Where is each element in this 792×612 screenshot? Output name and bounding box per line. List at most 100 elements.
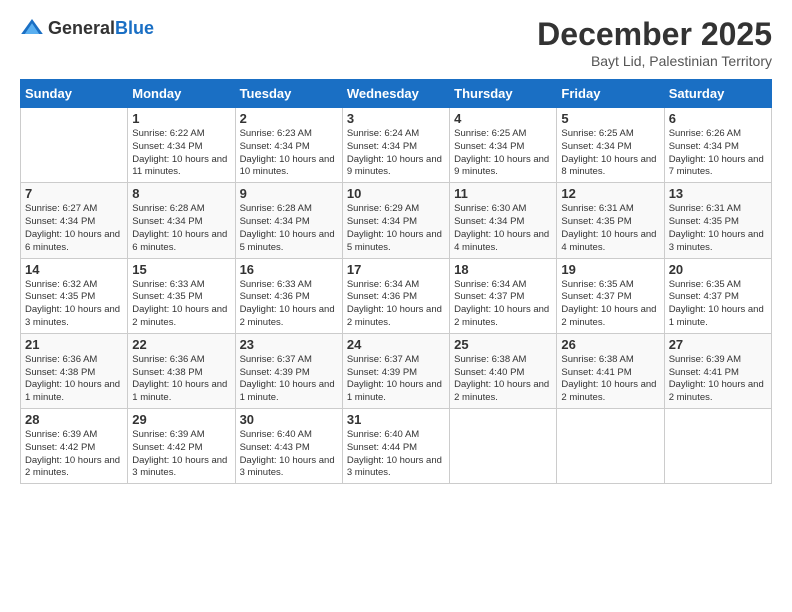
calendar-cell: 20 Sunrise: 6:35 AMSunset: 4:37 PMDayligh…: [664, 258, 771, 333]
day-number: 30: [240, 412, 338, 427]
title-area: December 2025 Bayt Lid, Palestinian Terr…: [537, 16, 772, 69]
day-number: 13: [669, 186, 767, 201]
calendar-cell: 7 Sunrise: 6:27 AMSunset: 4:34 PMDaylight…: [21, 183, 128, 258]
calendar-cell: 15Sunrise: 6:33 AMSunset: 4:35 PMDayligh…: [128, 258, 235, 333]
day-info: Sunrise: 6:36 AMSunset: 4:38 PMDaylight:…: [25, 354, 123, 405]
day-info: Sunrise: 6:34 AMSunset: 4:37 PMDaylight:…: [454, 279, 552, 330]
calendar-cell: 4 Sunrise: 6:25 AMSunset: 4:34 PMDaylight…: [450, 108, 557, 183]
calendar-cell: 6Sunrise: 6:26 AMSunset: 4:34 PMDaylight…: [664, 108, 771, 183]
calendar-cell: 14 Sunrise: 6:32 AMSunset: 4:35 PMDayligh…: [21, 258, 128, 333]
calendar-cell: 24 Sunrise: 6:37 AMSunset: 4:39 PMDayligh…: [342, 333, 449, 408]
day-info: Sunrise: 6:39 AMSunset: 4:42 PMDaylight:…: [25, 429, 123, 480]
day-number: 28: [25, 412, 123, 427]
calendar-week-5: 28 Sunrise: 6:39 AMSunset: 4:42 PMDayligh…: [21, 409, 772, 484]
calendar-cell: 9 Sunrise: 6:28 AMSunset: 4:34 PMDaylight…: [235, 183, 342, 258]
day-number: 21: [25, 337, 123, 352]
calendar-week-1: 1 Sunrise: 6:22 AMSunset: 4:34 PMDaylight…: [21, 108, 772, 183]
day-info: Sunrise: 6:29 AMSunset: 4:34 PMDaylight:…: [347, 203, 445, 254]
day-info: Sunrise: 6:30 AMSunset: 4:34 PMDaylight:…: [454, 203, 552, 254]
day-info: Sunrise: 6:25 AMSunset: 4:34 PMDaylight:…: [561, 128, 659, 179]
logo: GeneralBlue: [20, 16, 154, 40]
day-number: 27: [669, 337, 767, 352]
day-number: 14: [25, 262, 123, 277]
day-number: 11: [454, 186, 552, 201]
day-info: Sunrise: 6:27 AMSunset: 4:34 PMDaylight:…: [25, 203, 123, 254]
day-number: 4: [454, 111, 552, 126]
day-number: 5: [561, 111, 659, 126]
calendar-header-monday: Monday: [128, 80, 235, 108]
day-info: Sunrise: 6:37 AMSunset: 4:39 PMDaylight:…: [240, 354, 338, 405]
day-number: 8: [132, 186, 230, 201]
calendar-cell: 19Sunrise: 6:35 AMSunset: 4:37 PMDayligh…: [557, 258, 664, 333]
day-info: Sunrise: 6:38 AMSunset: 4:40 PMDaylight:…: [454, 354, 552, 405]
day-info: Sunrise: 6:37 AMSunset: 4:39 PMDaylight:…: [347, 354, 445, 405]
day-info: Sunrise: 6:39 AMSunset: 4:41 PMDaylight:…: [669, 354, 767, 405]
calendar-cell: 12 Sunrise: 6:31 AMSunset: 4:35 PMDayligh…: [557, 183, 664, 258]
calendar-cell: 29 Sunrise: 6:39 AMSunset: 4:42 PMDayligh…: [128, 409, 235, 484]
day-info: Sunrise: 6:35 AMSunset: 4:37 PMDaylight:…: [669, 279, 767, 330]
calendar-cell: [21, 108, 128, 183]
day-info: Sunrise: 6:32 AMSunset: 4:35 PMDaylight:…: [25, 279, 123, 330]
calendar-cell: 18 Sunrise: 6:34 AMSunset: 4:37 PMDayligh…: [450, 258, 557, 333]
calendar-cell: 30 Sunrise: 6:40 AMSunset: 4:43 PMDayligh…: [235, 409, 342, 484]
day-info: Sunrise: 6:22 AMSunset: 4:34 PMDaylight:…: [132, 128, 230, 179]
day-info: Sunrise: 6:31 AMSunset: 4:35 PMDaylight:…: [561, 203, 659, 254]
day-number: 18: [454, 262, 552, 277]
calendar-cell: 11 Sunrise: 6:30 AMSunset: 4:34 PMDayligh…: [450, 183, 557, 258]
day-number: 23: [240, 337, 338, 352]
day-number: 3: [347, 111, 445, 126]
calendar-cell: 13 Sunrise: 6:31 AMSunset: 4:35 PMDayligh…: [664, 183, 771, 258]
calendar-header-sunday: Sunday: [21, 80, 128, 108]
calendar-cell: 22Sunrise: 6:36 AMSunset: 4:38 PMDayligh…: [128, 333, 235, 408]
day-info: Sunrise: 6:40 AMSunset: 4:43 PMDaylight:…: [240, 429, 338, 480]
calendar-week-2: 7 Sunrise: 6:27 AMSunset: 4:34 PMDaylight…: [21, 183, 772, 258]
calendar-cell: 27 Sunrise: 6:39 AMSunset: 4:41 PMDayligh…: [664, 333, 771, 408]
calendar-header-wednesday: Wednesday: [342, 80, 449, 108]
day-info: Sunrise: 6:25 AMSunset: 4:34 PMDaylight:…: [454, 128, 552, 179]
page-header: GeneralBlue December 2025 Bayt Lid, Pale…: [20, 16, 772, 69]
day-number: 20: [669, 262, 767, 277]
month-title: December 2025: [537, 16, 772, 53]
day-info: Sunrise: 6:34 AMSunset: 4:36 PMDaylight:…: [347, 279, 445, 330]
logo-general: General: [48, 18, 115, 38]
day-number: 24: [347, 337, 445, 352]
calendar-cell: 5 Sunrise: 6:25 AMSunset: 4:34 PMDaylight…: [557, 108, 664, 183]
day-number: 9: [240, 186, 338, 201]
calendar-cell: 17Sunrise: 6:34 AMSunset: 4:36 PMDayligh…: [342, 258, 449, 333]
calendar-body: 1 Sunrise: 6:22 AMSunset: 4:34 PMDaylight…: [21, 108, 772, 484]
day-info: Sunrise: 6:23 AMSunset: 4:34 PMDaylight:…: [240, 128, 338, 179]
day-info: Sunrise: 6:39 AMSunset: 4:42 PMDaylight:…: [132, 429, 230, 480]
day-info: Sunrise: 6:31 AMSunset: 4:35 PMDaylight:…: [669, 203, 767, 254]
calendar-cell: 8Sunrise: 6:28 AMSunset: 4:34 PMDaylight…: [128, 183, 235, 258]
day-number: 7: [25, 186, 123, 201]
calendar-cell: [450, 409, 557, 484]
calendar-cell: 10 Sunrise: 6:29 AMSunset: 4:34 PMDayligh…: [342, 183, 449, 258]
day-number: 29: [132, 412, 230, 427]
day-number: 2: [240, 111, 338, 126]
calendar-cell: [557, 409, 664, 484]
day-number: 31: [347, 412, 445, 427]
day-number: 15: [132, 262, 230, 277]
calendar-header-saturday: Saturday: [664, 80, 771, 108]
day-number: 12: [561, 186, 659, 201]
day-info: Sunrise: 6:35 AMSunset: 4:37 PMDaylight:…: [561, 279, 659, 330]
day-number: 1: [132, 111, 230, 126]
calendar-table: SundayMondayTuesdayWednesdayThursdayFrid…: [20, 79, 772, 484]
calendar-header-row: SundayMondayTuesdayWednesdayThursdayFrid…: [21, 80, 772, 108]
day-number: 10: [347, 186, 445, 201]
day-number: 16: [240, 262, 338, 277]
logo-blue: Blue: [115, 18, 154, 38]
day-info: Sunrise: 6:38 AMSunset: 4:41 PMDaylight:…: [561, 354, 659, 405]
day-number: 26: [561, 337, 659, 352]
day-info: Sunrise: 6:28 AMSunset: 4:34 PMDaylight:…: [240, 203, 338, 254]
calendar-cell: 1 Sunrise: 6:22 AMSunset: 4:34 PMDaylight…: [128, 108, 235, 183]
day-info: Sunrise: 6:33 AMSunset: 4:36 PMDaylight:…: [240, 279, 338, 330]
logo-icon: [20, 16, 44, 40]
calendar-week-4: 21 Sunrise: 6:36 AMSunset: 4:38 PMDayligh…: [21, 333, 772, 408]
calendar-week-3: 14 Sunrise: 6:32 AMSunset: 4:35 PMDayligh…: [21, 258, 772, 333]
calendar-cell: 28 Sunrise: 6:39 AMSunset: 4:42 PMDayligh…: [21, 409, 128, 484]
calendar-header-tuesday: Tuesday: [235, 80, 342, 108]
calendar-cell: 26 Sunrise: 6:38 AMSunset: 4:41 PMDayligh…: [557, 333, 664, 408]
calendar-cell: [664, 409, 771, 484]
day-info: Sunrise: 6:40 AMSunset: 4:44 PMDaylight:…: [347, 429, 445, 480]
